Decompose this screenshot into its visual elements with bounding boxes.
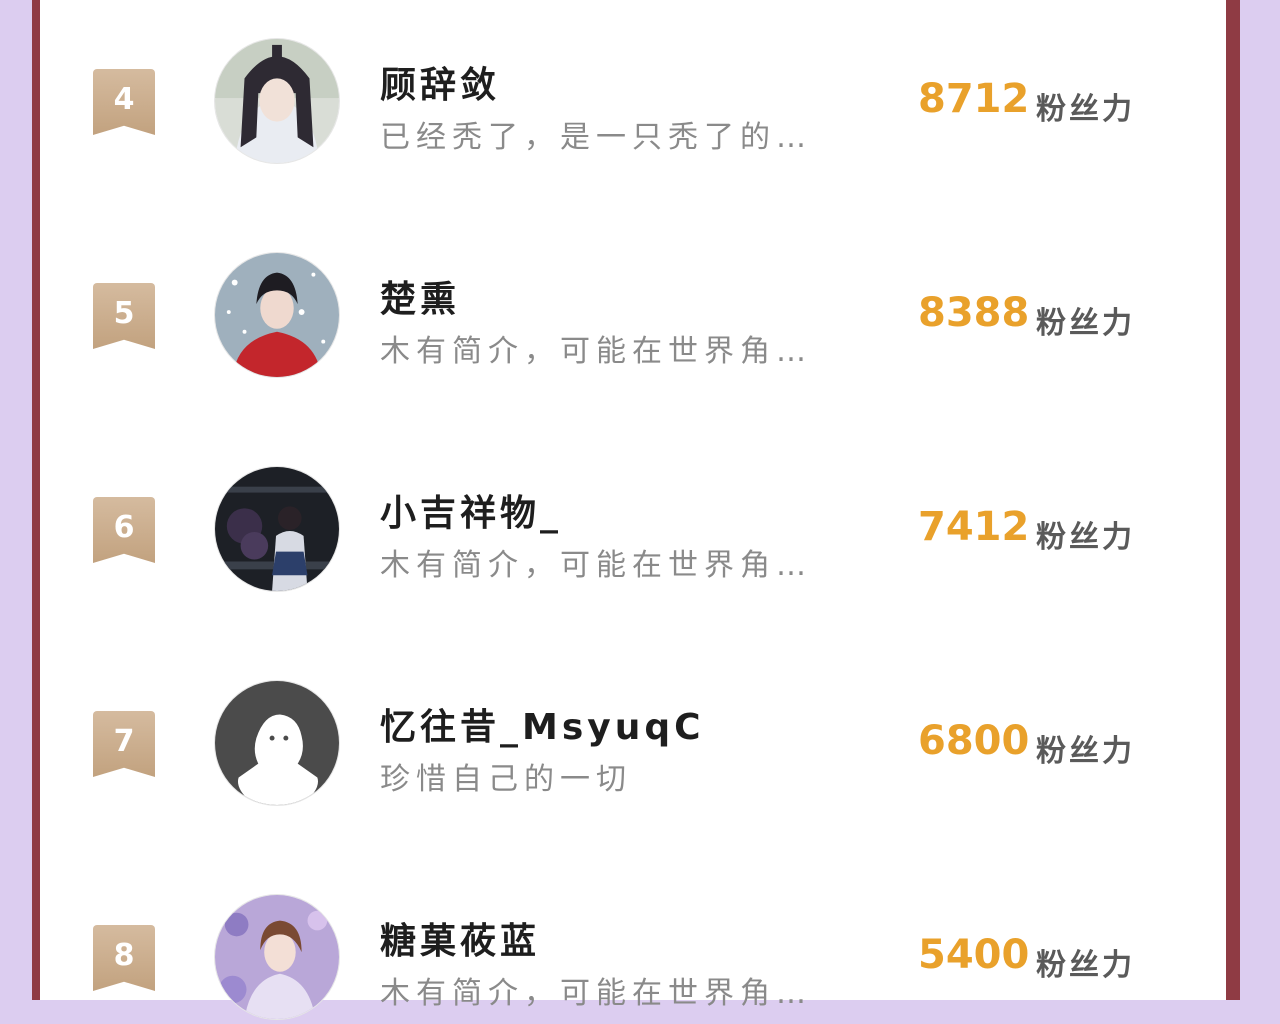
purple-floral-character-avatar-icon[interactable] <box>214 894 340 1020</box>
rank-badge: 8 <box>93 925 155 991</box>
ranking-row[interactable]: 7 忆往昔_MsyuqC 珍惜自己的一切 6800 粉丝力 <box>40 680 1226 810</box>
ranking-row[interactable]: 8 糖菓莜蓝 木有简介，可能在世界角… 5400 粉丝力 <box>40 894 1226 1024</box>
snow-red-coat-character-avatar-icon[interactable] <box>214 252 340 378</box>
ranking-row[interactable]: 5 楚熏 木有简介，可能在世界角… 8388 粉丝力 <box>40 252 1226 382</box>
user-bio: 木有简介，可能在世界角… <box>380 548 812 583</box>
fan-power-score: 5400 <box>918 932 1030 978</box>
user-bio: 木有简介，可能在世界角… <box>380 976 812 1011</box>
user-name[interactable]: 忆往昔_MsyuqC <box>380 698 705 750</box>
user-name[interactable]: 楚熏 <box>380 270 460 322</box>
fan-power-unit: 粉丝力 <box>1036 948 1135 983</box>
user-bio: 珍惜自己的一切 <box>380 762 632 797</box>
user-name[interactable]: 顾辞敛 <box>380 56 500 108</box>
rank-badge: 6 <box>93 497 155 563</box>
user-name[interactable]: 糖菓莜蓝 <box>380 912 540 964</box>
fan-ranking-card: 4 顾辞敛 已经秃了，是一只秃了的… 8712 粉丝力 5 楚熏 木有简介，可能… <box>40 0 1226 1020</box>
user-bio: 木有简介，可能在世界角… <box>380 334 812 369</box>
fan-power-unit: 粉丝力 <box>1036 734 1135 769</box>
user-name[interactable]: 小吉祥物_ <box>380 484 562 536</box>
default-ghost-avatar-icon[interactable] <box>214 680 340 806</box>
fan-power-score: 7412 <box>918 504 1030 550</box>
rank-badge: 5 <box>93 283 155 349</box>
ranking-row[interactable]: 4 顾辞敛 已经秃了，是一只秃了的… 8712 粉丝力 <box>40 38 1226 168</box>
rank-badge: 4 <box>93 69 155 135</box>
fan-power-unit: 粉丝力 <box>1036 306 1135 341</box>
fan-power-score: 8388 <box>918 290 1030 336</box>
fan-power-score: 6800 <box>918 718 1030 764</box>
long-hair-character-avatar-icon[interactable] <box>214 38 340 164</box>
user-bio: 已经秃了，是一只秃了的… <box>380 120 812 155</box>
night-schoolgirl-avatar-icon[interactable] <box>214 466 340 592</box>
ranking-row[interactable]: 6 小吉祥物_ 木有简介，可能在世界角… 7412 粉丝力 <box>40 466 1226 596</box>
fan-power-unit: 粉丝力 <box>1036 92 1135 127</box>
fan-power-score: 8712 <box>918 76 1030 122</box>
rank-badge: 7 <box>93 711 155 777</box>
fan-power-unit: 粉丝力 <box>1036 520 1135 555</box>
